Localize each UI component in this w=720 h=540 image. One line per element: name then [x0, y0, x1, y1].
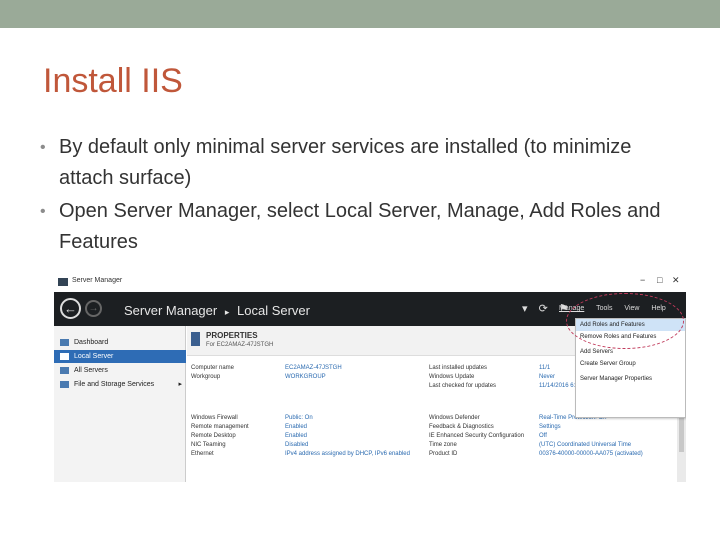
sidebar-item-all-servers[interactable]: All Servers	[54, 364, 186, 377]
prop-value[interactable]: (UTC) Coordinated Universal Time	[539, 441, 631, 450]
properties-subtitle: For EC2AMAZ-47JSTGH	[206, 342, 274, 348]
sidebar-item-dashboard[interactable]: Dashboard	[54, 336, 186, 349]
menu-item-remove-roles[interactable]: Remove Roles and Features	[576, 331, 685, 343]
menu-item-create-server-group[interactable]: Create Server Group	[576, 358, 685, 370]
bullet-text: Open Server Manager, select Local Server…	[59, 200, 661, 253]
prop-value[interactable]: IPv4 address assigned by DHCP, IPv6 enab…	[285, 450, 410, 459]
sidebar-item-label: All Servers	[74, 367, 108, 374]
prop-key: Remote Desktop	[191, 433, 236, 439]
prop-value[interactable]: Never	[539, 373, 555, 382]
prop-key: Windows Firewall	[191, 415, 238, 421]
bullet-text: By default only minimal server services …	[59, 136, 632, 189]
prop-value[interactable]: Settings	[539, 423, 561, 432]
prop-key: Last installed updates	[429, 365, 488, 371]
slide-title: Install IIS	[43, 62, 183, 100]
menu-item-add-roles[interactable]: Add Roles and Features	[576, 319, 685, 331]
minimize-button[interactable]: −	[640, 275, 645, 285]
sidebar-item-label: File and Storage Services	[74, 381, 155, 388]
menu-item-add-servers[interactable]: Add Servers	[576, 346, 685, 358]
breadcrumb: Server Manager ▸ Local Server	[124, 303, 310, 318]
chevron-right-icon: ▸	[178, 381, 182, 388]
server-manager-app-icon	[58, 278, 68, 286]
storage-icon	[60, 381, 69, 388]
bullet-item: • Open Server Manager, select Local Serv…	[40, 196, 690, 258]
properties-title: PROPERTIES	[206, 331, 258, 340]
menu-manage[interactable]: Manage	[559, 305, 584, 312]
prop-key: Ethernet	[191, 451, 214, 457]
back-arrow-icon[interactable]: ←	[60, 298, 81, 319]
sidebar-item-file-storage[interactable]: File and Storage Services ▸	[54, 378, 186, 391]
prop-key: Time zone	[429, 442, 457, 448]
sidebar-item-local-server[interactable]: Local Server	[54, 350, 186, 363]
prop-value[interactable]: Enabled	[285, 432, 307, 441]
sidebar-item-label: Local Server	[74, 353, 114, 360]
window-title: Server Manager	[72, 277, 123, 284]
sidebar: Dashboard Local Server All Servers File …	[54, 326, 186, 482]
close-button[interactable]: ✕	[672, 275, 680, 286]
bullet-item: • By default only minimal server service…	[40, 132, 690, 194]
menu-tools[interactable]: Tools	[596, 305, 612, 312]
window-title-bar: Server Manager − □ ✕	[54, 272, 686, 292]
breadcrumb-current: Local Server	[237, 303, 310, 318]
menu-help[interactable]: Help	[651, 305, 665, 312]
refresh-icon[interactable]: ⟳	[539, 303, 548, 315]
prop-value[interactable]: 11/1	[539, 364, 550, 373]
breadcrumb-separator: ▸	[224, 307, 230, 317]
breadcrumb-root[interactable]: Server Manager	[124, 303, 217, 318]
prop-key: Windows Defender	[429, 415, 480, 421]
maximize-button[interactable]: □	[657, 275, 662, 285]
bullet-marker: •	[40, 203, 46, 220]
bullet-marker: •	[40, 139, 46, 156]
prop-value[interactable]: Off	[539, 432, 547, 441]
slide-top-bar	[0, 0, 720, 28]
menu-item-server-manager-properties[interactable]: Server Manager Properties	[576, 373, 685, 385]
prop-key: IE Enhanced Security Configuration	[429, 433, 525, 439]
menu-view[interactable]: View	[624, 305, 639, 312]
dropdown-arrow-icon[interactable]: ▾	[522, 303, 528, 315]
server-icon	[191, 332, 200, 346]
prop-value[interactable]: Disabled	[285, 441, 308, 450]
server-icon	[60, 353, 69, 360]
prop-key: Windows Update	[429, 374, 475, 380]
manage-dropdown-menu: Add Roles and Features Remove Roles and …	[575, 318, 686, 418]
prop-key: Last checked for updates	[429, 383, 497, 389]
prop-key: Remote management	[191, 424, 249, 430]
prop-key: Workgroup	[191, 374, 221, 380]
forward-arrow-icon[interactable]: →	[85, 300, 102, 317]
prop-key: Computer name	[191, 365, 235, 371]
dashboard-icon	[60, 339, 69, 346]
prop-value[interactable]: WORKGROUP	[285, 373, 326, 382]
prop-key: NIC Teaming	[191, 442, 226, 448]
servers-icon	[60, 367, 69, 374]
prop-value[interactable]: EC2AMAZ-47JSTGH	[285, 364, 342, 373]
server-manager-screenshot: Server Manager − □ ✕ ← → Server Manager …	[54, 272, 686, 482]
menu-bar: Manage Tools View Help	[559, 305, 676, 312]
prop-key: Feedback & Diagnostics	[429, 424, 494, 430]
prop-value[interactable]: 00376-40000-00000-AA075 (activated)	[539, 450, 643, 459]
prop-key: Product ID	[429, 451, 458, 457]
sidebar-item-label: Dashboard	[74, 339, 109, 346]
prop-value[interactable]: Public: On	[285, 414, 313, 423]
bullet-list: • By default only minimal server service…	[40, 132, 690, 258]
prop-value[interactable]: Enabled	[285, 423, 307, 432]
